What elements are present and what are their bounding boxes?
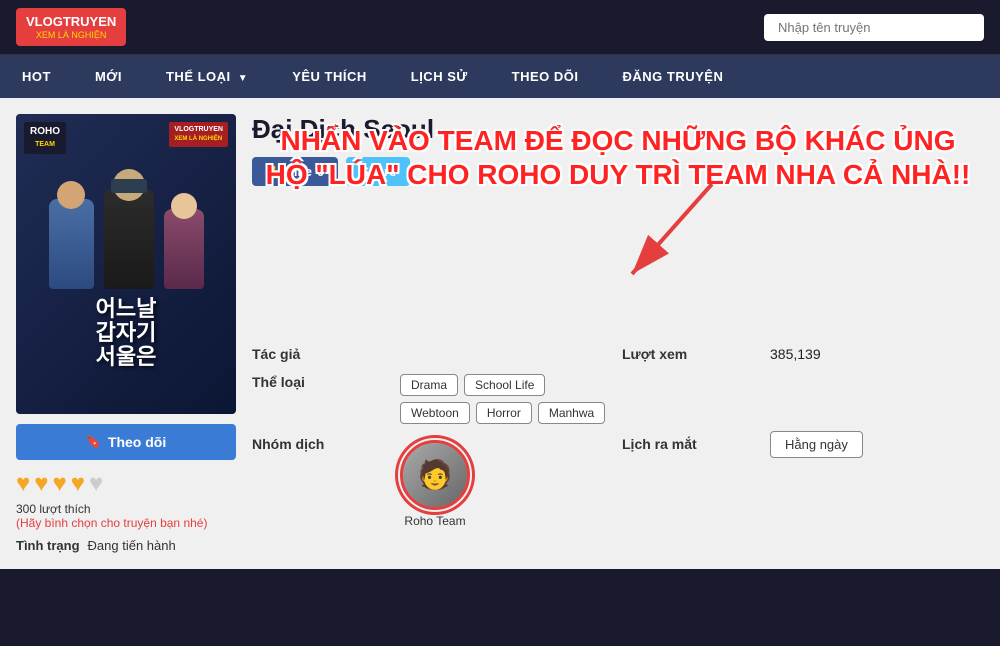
badge-text-main: ROHO (30, 126, 60, 137)
site-logo[interactable]: VLOGTRUYEN XEM LÀ NGHIỆN (16, 8, 126, 46)
vote-prompt[interactable]: (Hãy bình chọn cho truyện bạn nhé) (16, 516, 207, 530)
team-avatar-inner: 🧑 (403, 443, 467, 508)
lich-ra-mat-label: Lịch ra mắt (622, 436, 762, 528)
left-panel: ROHO TEAM VLOGTRUYENXEM LÀ NGHIỆN (16, 114, 236, 553)
luot-xem-label: Lượt xem (622, 346, 762, 362)
heart-5[interactable]: ♥ (89, 470, 103, 498)
tag-webtoon[interactable]: Webtoon (400, 402, 470, 424)
the-loai-label: Thể loại (252, 374, 392, 424)
search-box (764, 14, 984, 41)
tag-school-life[interactable]: School Life (464, 374, 545, 396)
nav-item-dang-truyen[interactable]: ĐĂNG TRUYỆN (601, 55, 746, 98)
nav-bar: HOT MỚI THỂ LOẠI ▼ YÊU THÍCH LỊCH SỬ THE… (0, 55, 1000, 98)
nav-item-the-loai[interactable]: THỂ LOẠI ▼ (144, 55, 270, 98)
tinh-trang-value: Đang tiến hành (88, 538, 176, 553)
info-grid: Tác giả Lượt xem 385,139 Thể loại Drama … (252, 346, 984, 528)
tag-manhwa[interactable]: Manhwa (538, 402, 605, 424)
lich-ra-mat-value: Hằng ngày (770, 436, 984, 528)
hang-ngay-button[interactable]: Hằng ngày (770, 431, 863, 458)
hearts-rating: ♥ ♥ ♥ ♥ ♥ (16, 470, 103, 498)
logo-text-sub: XEM LÀ NGHIỆN (26, 30, 116, 41)
nav-item-theo-doi[interactable]: THEO DÕI (490, 55, 601, 98)
heart-4[interactable]: ♥ (71, 470, 85, 498)
logo-area: VLOGTRUYEN XEM LÀ NGHIỆN (16, 8, 126, 46)
heart-3[interactable]: ♥ (53, 470, 67, 498)
bookmark-icon: 🔖 (86, 434, 102, 450)
like-button-label: Like (286, 164, 312, 179)
tag-drama[interactable]: Drama (400, 374, 458, 396)
nav-label-the-loai: THỂ LOẠI (166, 69, 231, 84)
nav-item-moi[interactable]: MỚI (73, 55, 144, 98)
thumbs-up-icon: 👍 (266, 165, 281, 179)
avatar-face-icon: 🧑 (418, 461, 453, 489)
like-count-badge: 0 (317, 164, 324, 179)
heart-1[interactable]: ♥ (16, 470, 30, 498)
badge-text-sub: TEAM (35, 141, 55, 148)
nhom-dich-label: Nhóm dịch (252, 436, 392, 528)
header: VLOGTRUYEN XEM LÀ NGHIỆN (0, 0, 1000, 55)
action-buttons: 👍 Like 0 Share (252, 157, 984, 186)
share-button[interactable]: Share (346, 157, 410, 186)
like-button[interactable]: 👍 Like 0 (252, 157, 338, 186)
tag-horror[interactable]: Horror (476, 402, 532, 424)
heart-2[interactable]: ♥ (34, 470, 48, 498)
team-avatar-wrapper[interactable]: 🧑 Roho Team (400, 440, 470, 528)
right-panel: Đại Dịch Seoul 👍 Like 0 Share NHẤN VÀO T… (252, 114, 984, 553)
tinh-trang-label: Tình trạng (16, 538, 80, 553)
nav-item-hot[interactable]: HOT (0, 55, 73, 98)
manga-cover: ROHO TEAM VLOGTRUYENXEM LÀ NGHIỆN (16, 114, 236, 414)
cover-badge: ROHO TEAM (24, 122, 66, 153)
nhom-dich-area: 🧑 Roho Team (400, 440, 614, 528)
team-name: Roho Team (404, 514, 465, 528)
arrow-pointer (612, 174, 732, 294)
logo-text-main: VLOGTRUYEN (26, 14, 116, 29)
luot-xem-value: 385,139 (770, 346, 984, 362)
follow-button[interactable]: 🔖 Theo dõi (16, 424, 236, 460)
nav-item-lich-su[interactable]: LỊCH SỬ (389, 55, 490, 98)
tac-gia-label: Tác giả (252, 346, 392, 362)
tac-gia-value (400, 346, 614, 362)
tags-list: Drama School Life Webtoon Horror Manhwa (400, 374, 614, 424)
team-avatar: 🧑 (400, 440, 470, 510)
status-row: Tình trạng Đang tiến hành (16, 538, 176, 553)
like-count: 300 lượt thích (16, 502, 91, 516)
chevron-down-icon: ▼ (238, 73, 248, 84)
search-input[interactable] (764, 14, 984, 41)
nav-item-yeu-thich[interactable]: YÊU THÍCH (270, 55, 389, 98)
cover-title-jp: 어느날갑자기서울은 (96, 297, 157, 370)
manga-title: Đại Dịch Seoul (252, 114, 984, 145)
main-content: ROHO TEAM VLOGTRUYENXEM LÀ NGHIỆN (0, 98, 1000, 569)
follow-button-label: Theo dõi (108, 434, 166, 450)
cover-logo-small: VLOGTRUYENXEM LÀ NGHIỆN (169, 122, 228, 147)
